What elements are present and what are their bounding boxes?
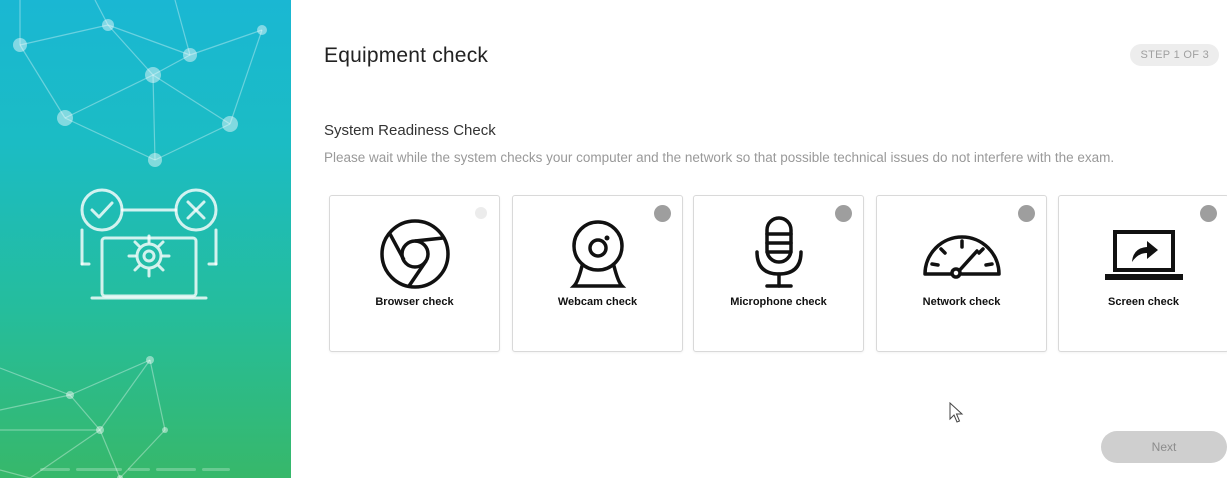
step-indicator-badge: STEP 1 OF 3 (1130, 44, 1219, 66)
check-label: Network check (922, 296, 1001, 308)
microphone-check-card[interactable]: Microphone check (693, 195, 864, 352)
screen-check-card[interactable]: Screen check (1058, 195, 1227, 352)
status-indicator (1018, 205, 1035, 222)
status-indicator (475, 207, 487, 219)
check-label: Webcam check (557, 296, 638, 308)
network-speed-icon (922, 235, 1001, 279)
page-title: Equipment check (324, 44, 489, 67)
next-button[interactable]: Next (1101, 431, 1227, 463)
webcam-icon (569, 220, 626, 288)
browser-icon (379, 219, 450, 289)
sidebar (0, 0, 291, 478)
mouse-cursor-icon (949, 402, 964, 423)
browser-check-card[interactable]: Browser check (329, 195, 500, 352)
status-indicator (1200, 205, 1217, 222)
screen-share-icon (1104, 230, 1183, 280)
microphone-icon (754, 216, 803, 288)
webcam-check-card[interactable]: Webcam check (512, 195, 683, 352)
section-title: System Readiness Check (324, 122, 496, 139)
status-indicator (835, 205, 852, 222)
system-check-illustration (80, 188, 218, 300)
check-label: Browser check (375, 296, 454, 308)
section-description: Please wait while the system checks your… (324, 150, 1115, 165)
check-label: Microphone check (730, 296, 827, 308)
network-check-card[interactable]: Network check (876, 195, 1047, 352)
main-content: Equipment check STEP 1 OF 3 System Readi… (291, 0, 1227, 478)
check-label: Screen check (1108, 296, 1179, 308)
status-indicator (654, 205, 671, 222)
sidebar-footer-text (40, 468, 260, 474)
